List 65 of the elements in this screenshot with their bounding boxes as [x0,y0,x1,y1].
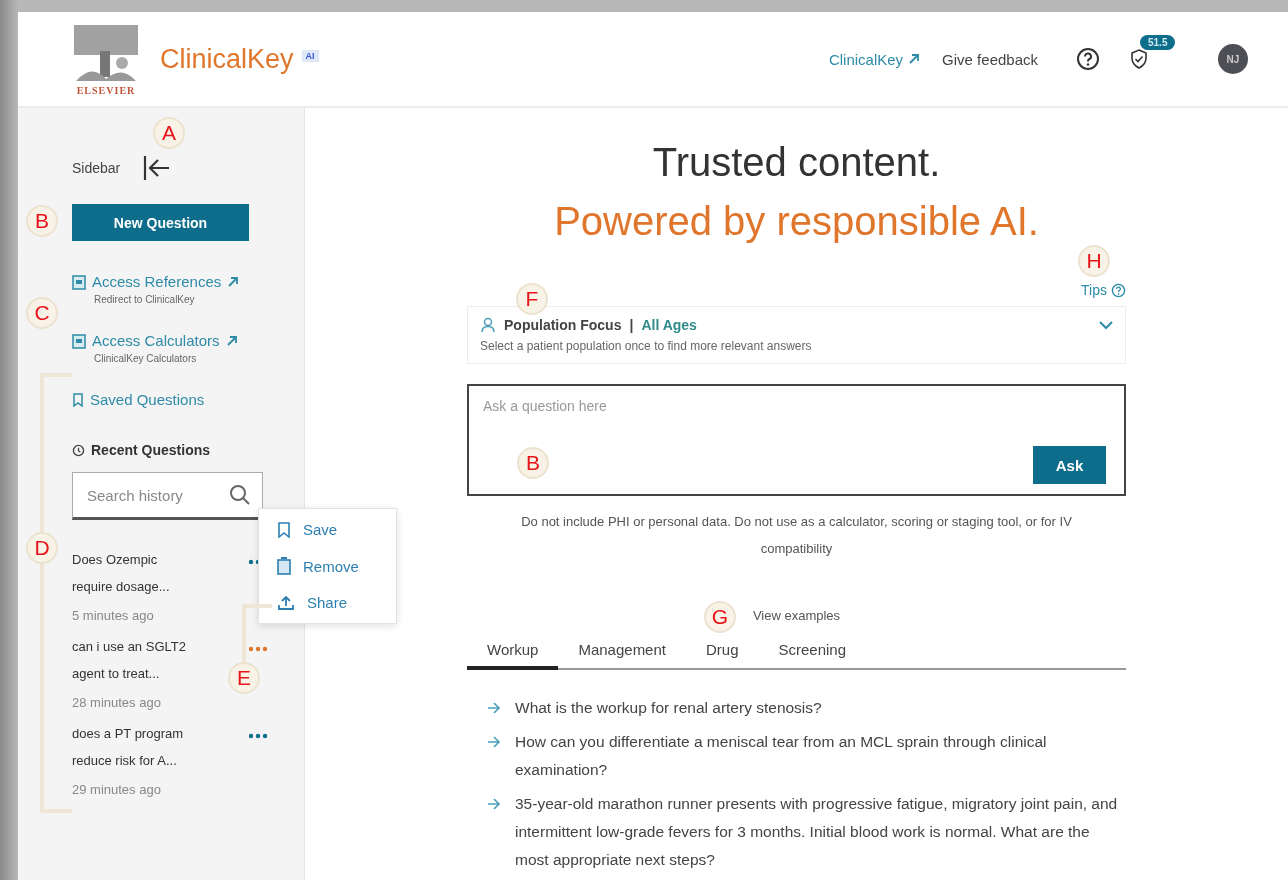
tips-link[interactable]: Tips [1081,282,1126,298]
share-icon [277,594,295,611]
ask-button[interactable]: Ask [1033,446,1106,484]
sidebar-title: Sidebar [72,160,121,176]
score-badge: 51.5 [1140,35,1176,50]
disclaimer: Do not include PHI or personal data. Do not use as a calculator, scoring or staging tool, or for IV compatibility [520,513,1073,558]
question-text[interactable]: agent to treat... [72,660,186,687]
menu-item[interactable]: Remove [277,557,396,575]
subheadline: Powered by responsible AI. [554,199,1039,244]
example-tab[interactable]: Workup [467,635,559,670]
bookmark-icon [72,392,84,407]
arrow-right-icon [487,736,501,748]
headline: Trusted content. [652,140,941,185]
example-tab[interactable]: Management [558,635,686,670]
question-time: 28 minutes ago [72,695,162,710]
document-icon [72,332,86,349]
example-question[interactable]: How can you differentiate a meniscal tear from an MCL sprain through clinical examination? [515,728,1126,784]
external-link-icon [225,334,238,347]
search-field[interactable]: Search history [72,472,263,520]
external-link-icon [908,53,921,65]
document-icon [72,273,86,290]
help-icon[interactable] [1076,47,1100,71]
population-value: All Ages [641,317,697,333]
search-icon [229,484,251,506]
bookmark-icon [277,521,291,538]
separator: | [629,317,634,333]
publisher-name: ELSEVIER [76,84,136,96]
example-tab[interactable]: Screening [758,635,867,670]
example-question[interactable]: What is the workup for renal artery stenosis? [515,694,822,722]
user-avatar[interactable]: NJ [1218,44,1248,74]
arrow-right-icon [487,798,501,810]
menu-item[interactable]: Save [277,521,396,538]
external-link-icon [227,275,240,288]
clock-icon [72,443,85,457]
question-time: 5 minutes ago [72,608,155,623]
question-text[interactable]: require dosage... [72,573,170,600]
new-question-button[interactable]: New Question [72,204,249,241]
brand-name: ClinicalKey [160,43,294,75]
ai-badge: AI [301,50,319,62]
link-subtitle: Redirect to ClinicalKey [94,294,196,305]
question-text[interactable]: reduce risk for A... [72,747,184,774]
person-icon [480,317,496,333]
recent-questions-heading: Recent Questions [72,442,304,458]
external-link[interactable]: ClinicalKey [828,50,921,68]
question-text[interactable]: Does Ozempic [72,546,170,573]
link-subtitle: ClinicalKey Calculators [94,353,198,364]
population-selector[interactable]: Population Focus | All Ages Select a patient population once to find more relevant answers [467,306,1126,364]
population-hint: Select a patient population once to find more relevant answers [480,339,813,353]
sidebar-link[interactable]: Access Calculators [72,332,304,349]
arrow-right-icon [487,702,501,714]
feedback-link[interactable]: Give feedback [942,50,1038,68]
menu-item[interactable]: Share [277,594,396,611]
question-text[interactable]: does a PT program [72,720,184,747]
examples-heading: View examples [752,608,841,623]
population-label: Population Focus [504,317,622,333]
example-tab[interactable]: Drug [686,635,759,670]
question-text[interactable]: can i use an SGLT2 [72,633,186,660]
help-icon [1111,282,1126,298]
example-question[interactable]: 35-year-old marathon runner presents with progressive fatigue, migratory joint pain, and intermittent low-grade fevers for 3 months. Initial blood work is normal. What are the most appropriate next steps? [515,790,1126,874]
sidebar-link[interactable]: Saved Questions [72,391,304,408]
shield-icon[interactable] [1130,49,1148,69]
trash-icon [277,557,291,575]
sidebar-link[interactable]: Access References [72,273,304,290]
chevron-down-icon [1099,320,1113,330]
question-time: 29 minutes ago [72,782,162,797]
